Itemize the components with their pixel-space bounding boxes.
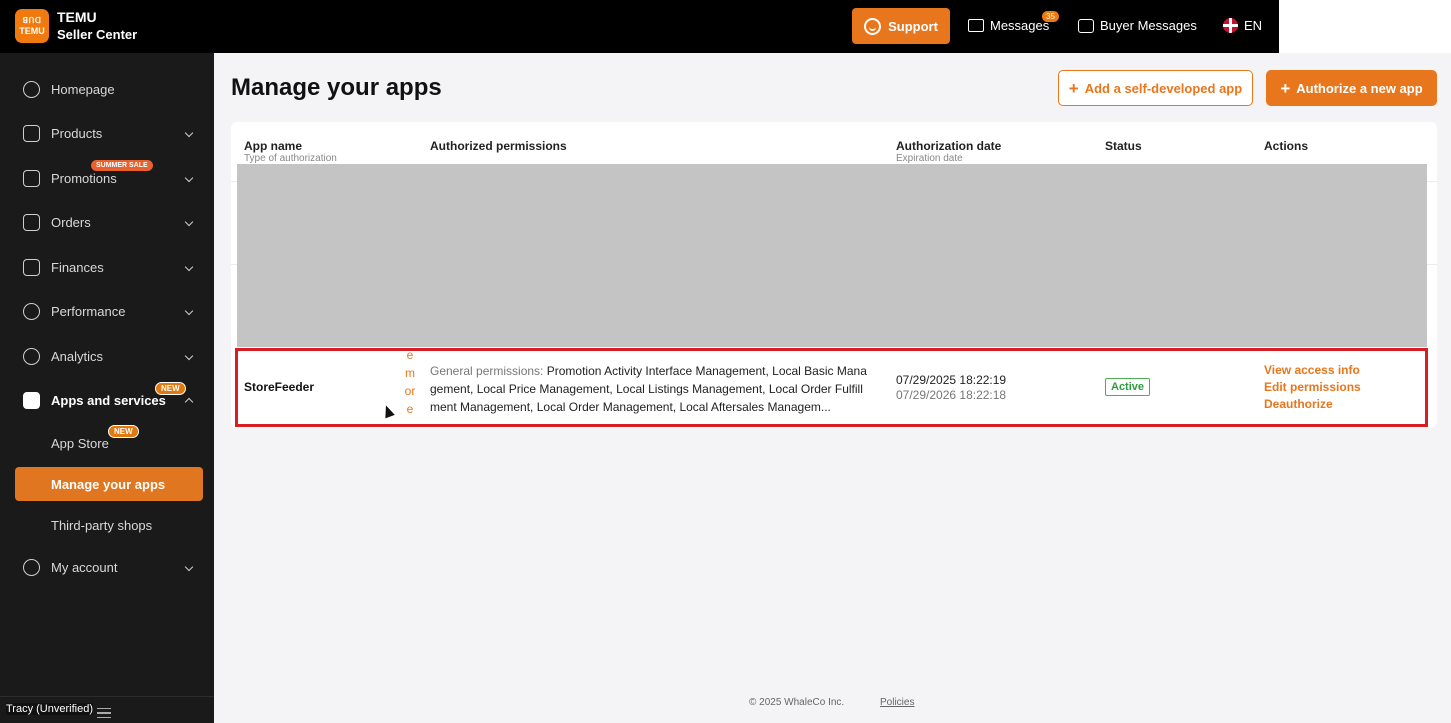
sidebar-item-performance[interactable]: Performance bbox=[0, 296, 214, 326]
add-self-developed-app-button[interactable]: + Add a self-developed app bbox=[1058, 70, 1253, 106]
col-actions: Actions bbox=[1264, 139, 1309, 153]
edit-permissions-link[interactable]: Edit permissions bbox=[1264, 380, 1361, 394]
orders-icon bbox=[23, 213, 40, 231]
sidebar-item-analytics[interactable]: Analytics bbox=[0, 341, 214, 371]
col-permissions: Authorized permissions bbox=[430, 139, 567, 153]
more-link[interactable]: e m or e bbox=[404, 346, 416, 418]
status-badge: Active bbox=[1105, 378, 1151, 396]
chevron-down-icon bbox=[184, 262, 194, 272]
sidebar-item-finances[interactable]: Finances bbox=[0, 252, 214, 282]
col-app-name: App name Type of authorization bbox=[244, 139, 337, 164]
top-bar: ꓭꓵꓷ TEMU TEMU Seller Center Support Mess… bbox=[0, 0, 1451, 53]
footer-policies-link[interactable]: Policies bbox=[880, 697, 914, 708]
ticket-icon bbox=[23, 169, 40, 187]
support-icon bbox=[864, 17, 882, 35]
sidebar-subitem-third-party-shops[interactable]: Third-party shops bbox=[51, 518, 152, 533]
pie-icon bbox=[23, 347, 40, 365]
plus-icon: + bbox=[1068, 78, 1079, 98]
messages-link[interactable]: Messages bbox=[968, 18, 1049, 33]
deauthorize-link[interactable]: Deauthorize bbox=[1264, 397, 1333, 411]
support-button[interactable]: Support bbox=[852, 8, 950, 44]
chat-icon bbox=[1078, 18, 1094, 33]
apps-table: App name Type of authorization Authorize… bbox=[231, 122, 1437, 428]
user-bar: Tracy (Unverified) bbox=[0, 696, 214, 723]
brand-title: TEMU bbox=[57, 9, 97, 25]
sidebar-item-homepage[interactable]: Homepage bbox=[0, 74, 214, 104]
messages-count-badge: 35 bbox=[1042, 11, 1059, 22]
col-authorization-date: Authorization date Expiration date bbox=[896, 139, 1002, 164]
view-access-info-link[interactable]: View access info bbox=[1264, 363, 1360, 377]
collapse-menu-icon[interactable] bbox=[97, 708, 111, 718]
user-icon bbox=[23, 558, 40, 576]
col-status: Status bbox=[1105, 139, 1142, 153]
chevron-down-icon bbox=[184, 562, 194, 572]
language-selector[interactable]: EN bbox=[1223, 18, 1262, 33]
chevron-down-icon bbox=[184, 128, 194, 138]
cube-icon bbox=[23, 391, 40, 409]
bag-icon bbox=[23, 124, 40, 142]
envelope-icon bbox=[968, 19, 984, 32]
chevron-down-icon bbox=[184, 351, 194, 361]
brand[interactable]: ꓭꓵꓷ TEMU TEMU Seller Center bbox=[15, 9, 137, 43]
home-icon bbox=[23, 80, 40, 98]
plus-icon: + bbox=[1280, 78, 1291, 98]
authorize-new-app-button[interactable]: + Authorize a new app bbox=[1266, 70, 1437, 106]
chevron-down-icon bbox=[184, 217, 194, 227]
chevron-up-icon bbox=[184, 397, 194, 407]
table-cell-expiration-date: 07/29/2026 18:22:18 bbox=[896, 388, 1007, 402]
chevron-down-icon bbox=[184, 306, 194, 316]
sidebar-subitem-app-store[interactable]: App Store bbox=[51, 436, 109, 451]
brand-subtitle: Seller Center bbox=[57, 27, 138, 42]
table-cell-permissions: General permissions: Promotion Activity … bbox=[430, 364, 867, 414]
page-title: Manage your apps bbox=[231, 74, 442, 101]
dollar-icon bbox=[23, 258, 40, 276]
new-badge: NEW bbox=[108, 425, 139, 438]
footer-copyright: © 2025 WhaleCo Inc. bbox=[749, 697, 845, 708]
sidebar: Homepage Products Promotions SUMMER SALE… bbox=[0, 53, 214, 723]
sidebar-item-orders[interactable]: Orders bbox=[0, 207, 214, 237]
new-badge: NEW bbox=[155, 382, 186, 395]
temu-logo: ꓭꓵꓷ TEMU bbox=[15, 9, 49, 43]
table-cell-authorization-date: 07/29/2025 18:22:19 bbox=[896, 373, 1007, 387]
redacted-rows bbox=[237, 164, 1427, 347]
sidebar-item-my-account[interactable]: My account bbox=[0, 552, 214, 582]
top-bar-blank bbox=[1279, 0, 1451, 53]
summer-sale-badge: SUMMER SALE bbox=[91, 160, 153, 171]
buyer-messages-link[interactable]: Buyer Messages bbox=[1078, 18, 1197, 33]
sidebar-item-products[interactable]: Products bbox=[0, 118, 214, 148]
uk-flag-icon bbox=[1223, 18, 1238, 33]
performance-icon bbox=[23, 302, 40, 320]
table-cell-app-name: StoreFeeder bbox=[244, 380, 315, 394]
user-name[interactable]: Tracy (Unverified) bbox=[6, 703, 93, 715]
chevron-down-icon bbox=[184, 173, 194, 183]
sidebar-subitem-manage-your-apps[interactable]: Manage your apps bbox=[15, 467, 203, 501]
